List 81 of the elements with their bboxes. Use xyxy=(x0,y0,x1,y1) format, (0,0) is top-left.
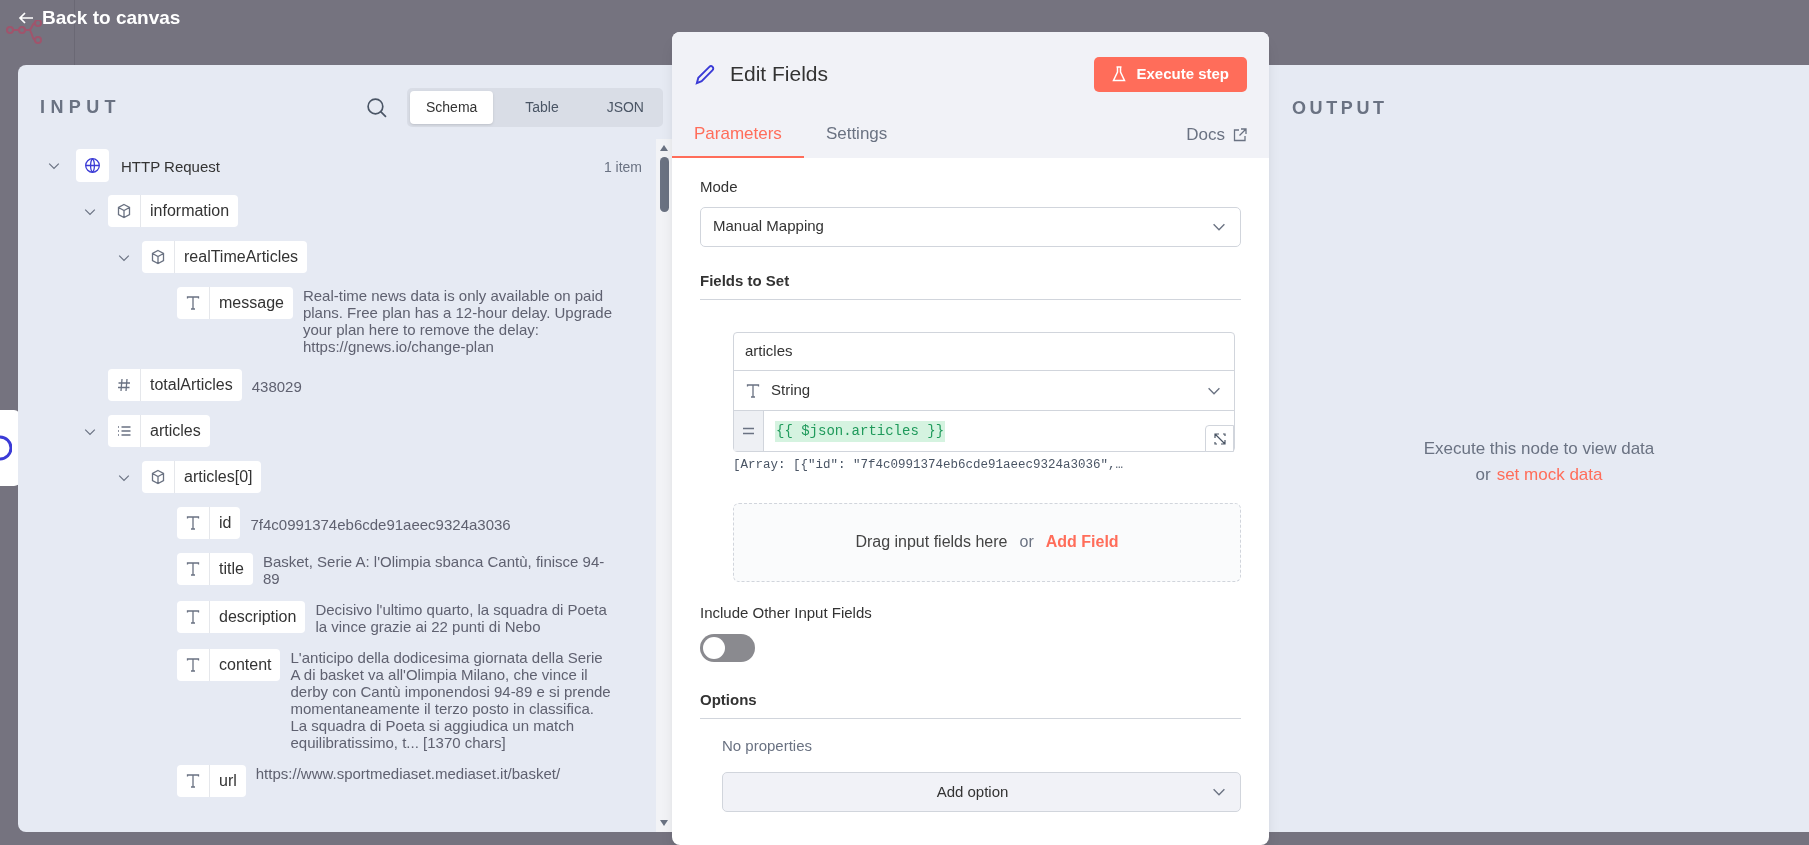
docs-link[interactable]: Docs xyxy=(1186,112,1247,158)
field-name: content xyxy=(218,655,273,675)
text-type-icon xyxy=(745,382,761,399)
flask-icon xyxy=(1112,66,1127,82)
field-name: message xyxy=(218,293,285,313)
search-icon[interactable] xyxy=(366,96,387,118)
list-icon xyxy=(116,423,132,439)
expand-button[interactable] xyxy=(1205,425,1234,452)
field-pill[interactable]: totalArticles xyxy=(108,369,242,401)
panel-title: OUTPUT xyxy=(1292,97,1389,120)
view-tab[interactable]: Schema xyxy=(410,90,494,124)
or-label: or xyxy=(1475,464,1491,486)
view-tab[interactable]: JSON xyxy=(590,90,660,124)
empty-message: Execute this node to view data xyxy=(1423,438,1655,460)
external-link-icon xyxy=(1233,128,1247,142)
hash-icon xyxy=(116,377,132,393)
view-tab[interactable]: Table xyxy=(509,90,575,124)
field-value: Decisivo l'ultimo quarto, la squadra di Poeta la vince grazie ai 22 punti di Nebo xyxy=(315,601,608,635)
section-title: Options xyxy=(700,689,1241,719)
text-type-icon xyxy=(185,295,201,311)
field-name: description xyxy=(218,607,298,627)
add-option-button[interactable]: Add option xyxy=(722,772,1241,813)
text-type-icon xyxy=(185,773,201,789)
field-name: articles[0] xyxy=(183,467,254,487)
field-pill[interactable]: title xyxy=(177,553,253,585)
scrollbar[interactable] xyxy=(656,139,672,832)
cube-icon xyxy=(150,469,166,485)
expression: {{ $json.articles }} xyxy=(775,420,946,442)
field-pill[interactable]: information xyxy=(108,195,239,227)
mode-select[interactable]: Manual Mapping xyxy=(700,206,1241,247)
field-name: url xyxy=(218,771,238,791)
cube-icon xyxy=(116,203,132,219)
field-value: https://www.sportmediaset.mediaset.it/basket/ xyxy=(255,765,561,782)
field-label: Mode xyxy=(700,177,739,197)
section-title: Fields to Set xyxy=(700,269,1241,300)
field-name: id xyxy=(218,513,233,533)
field-value: 438029 xyxy=(251,378,302,395)
field-pill[interactable]: id xyxy=(177,507,241,539)
field-pill[interactable]: articles xyxy=(108,415,210,447)
scroll-down-icon[interactable] xyxy=(660,820,668,826)
tab[interactable]: Settings xyxy=(803,112,910,158)
panel-title: INPUT xyxy=(40,95,122,119)
pencil-icon xyxy=(694,62,717,86)
field-pill[interactable]: description xyxy=(177,601,306,633)
drop-zone[interactable]: Drag input fields here or Add Field xyxy=(733,502,1241,582)
field-value: L'anticipo della dodicesima giornata della Serie A di basket va all'Olimpia Milano, che vince il derby con Cantù imponendosi 94-89 e si prende momentaneamente il terzo posto in classifica. La squadra di Poeta si aggiudica un match equilibratissimo, t... [1370 chars] xyxy=(290,649,612,751)
cube-icon xyxy=(150,249,166,265)
field-name: title xyxy=(218,559,245,579)
expression-preview: [Array: [{"id": "7f4c0991374eb6cde91aeec9324a3036",… xyxy=(733,457,1125,474)
field-value: 7f4c0991374eb6cde91aeec9324a3036 xyxy=(250,516,511,533)
drop-hint: Drag input fields here xyxy=(855,532,1008,553)
field-name: realTimeArticles xyxy=(183,247,300,267)
field-pill[interactable]: articles[0] xyxy=(142,461,262,493)
node-title: Edit Fields xyxy=(730,61,830,88)
field-name: articles xyxy=(149,421,202,441)
field-name-input[interactable]: articles xyxy=(734,333,1234,371)
empty-note: No properties xyxy=(722,735,814,756)
item-count: 1 item xyxy=(603,158,642,177)
node-name: HTTP Request xyxy=(121,157,221,177)
field-value: Real-time news data is only available on paid plans. Free plan has a 12-hour delay. Upgrade your plan here to remove the delay: https://gnews.io/change-plan xyxy=(302,287,612,355)
equals-icon xyxy=(743,427,754,435)
field-pill[interactable]: message xyxy=(177,287,293,319)
or-label: or xyxy=(1019,532,1034,553)
field-label: Include Other Input Fields xyxy=(700,602,873,623)
type-select[interactable]: String xyxy=(734,371,1234,411)
text-type-icon xyxy=(185,561,201,577)
scrollbar-thumb[interactable] xyxy=(659,157,669,212)
scroll-up-icon[interactable] xyxy=(660,145,668,151)
field-pill[interactable]: realTimeArticles xyxy=(142,241,308,273)
back-button[interactable]: Back to canvas xyxy=(18,4,181,33)
text-type-icon xyxy=(185,515,201,531)
field-name: totalArticles xyxy=(149,375,234,395)
expand-icon xyxy=(1213,432,1226,445)
text-type-icon xyxy=(185,657,201,673)
field-value: Basket, Serie A: l'Olimpia sbanca Cantù, finisce 94-89 xyxy=(262,553,606,587)
toggle-switch[interactable] xyxy=(700,634,755,663)
text-type-icon xyxy=(185,609,201,625)
field-pill[interactable]: content xyxy=(177,649,281,681)
field-pill[interactable]: url xyxy=(177,765,246,797)
globe-icon xyxy=(84,157,101,174)
field-name: information xyxy=(149,201,231,221)
